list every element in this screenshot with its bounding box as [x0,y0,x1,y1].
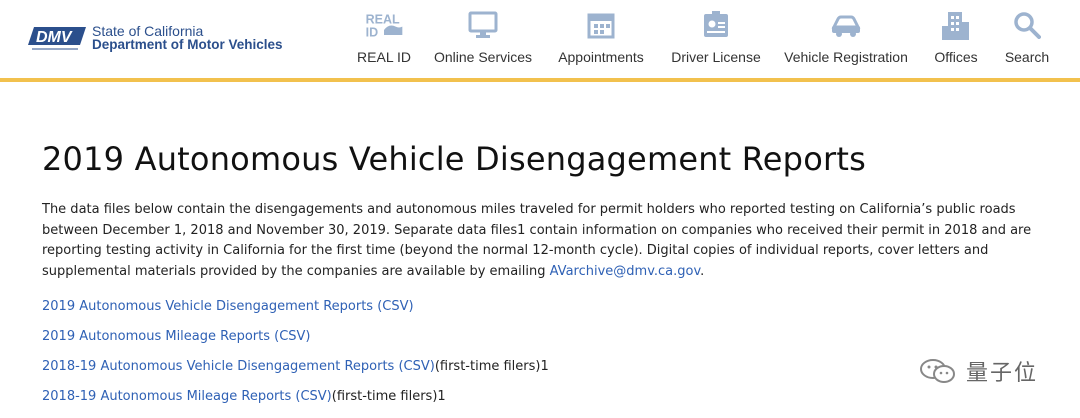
nav-search[interactable]: Search [1004,8,1050,72]
intro-text: The data files below contain the disenga… [42,202,1032,279]
watermark: 量子位 [918,355,1038,387]
nav-vehicle-registration[interactable]: Vehicle Registration [784,8,908,72]
report-link-2019-disengagement[interactable]: 2019 Autonomous Vehicle Disengagement Re… [42,299,414,314]
wechat-icon [920,359,955,383]
real-id-icon: REAL ID [364,8,404,42]
main-nav: REAL ID REAL ID Online Services Appointm… [0,0,1080,78]
building-icon [936,8,976,42]
list-item: 2018-19 Autonomous Mileage Reports (CSV)… [42,382,1042,412]
nav-label: REAL ID [357,49,411,65]
nav-online-services[interactable]: Online Services [434,8,532,72]
main-content: 2019 Autonomous Vehicle Disengagement Re… [42,140,1042,412]
nav-driver-license[interactable]: Driver License [671,8,761,72]
first-time-filers-note: (first-time filers)1 [331,389,446,404]
car-icon [826,8,866,42]
list-item: 2018-19 Autonomous Vehicle Disengagement… [42,352,1042,382]
search-icon [1007,8,1047,42]
nav-real-id[interactable]: REAL ID REAL ID [357,8,411,72]
report-links: 2019 Autonomous Vehicle Disengagement Re… [42,292,1042,412]
id-card-icon [696,8,736,42]
watermark-text: 量子位 [966,361,1039,386]
nav-label: Vehicle Registration [784,49,908,65]
first-time-filers-note: (first-time filers)1 [434,359,549,374]
nav-offices[interactable]: Offices [932,8,980,72]
nav-label: Driver License [671,49,761,65]
intro-paragraph: The data files below contain the disenga… [42,200,1042,282]
calendar-icon [581,8,621,42]
nav-label: Offices [934,49,978,65]
nav-label: Search [1004,49,1050,65]
list-item: 2019 Autonomous Mileage Reports (CSV) [42,322,1042,352]
page-title: 2019 Autonomous Vehicle Disengagement Re… [42,140,866,178]
report-link-2019-mileage[interactable]: 2019 Autonomous Mileage Reports (CSV) [42,329,311,344]
list-item: 2019 Autonomous Vehicle Disengagement Re… [42,292,1042,322]
monitor-icon [463,8,503,42]
svg-text:ID: ID [366,26,379,40]
svg-text:REAL: REAL [366,12,400,26]
intro-end: . [700,263,705,279]
report-link-2018-19-mileage[interactable]: 2018-19 Autonomous Mileage Reports (CSV) [42,389,332,404]
nav-appointments[interactable]: Appointments [556,8,646,72]
report-link-2018-19-disengagement[interactable]: 2018-19 Autonomous Vehicle Disengagement… [42,359,435,374]
nav-label: Online Services [433,49,533,65]
site-header: DMV State of California Department of Mo… [0,0,1080,82]
email-link[interactable]: AVarchive@dmv.ca.gov [550,264,701,279]
nav-label: Appointments [558,49,644,65]
